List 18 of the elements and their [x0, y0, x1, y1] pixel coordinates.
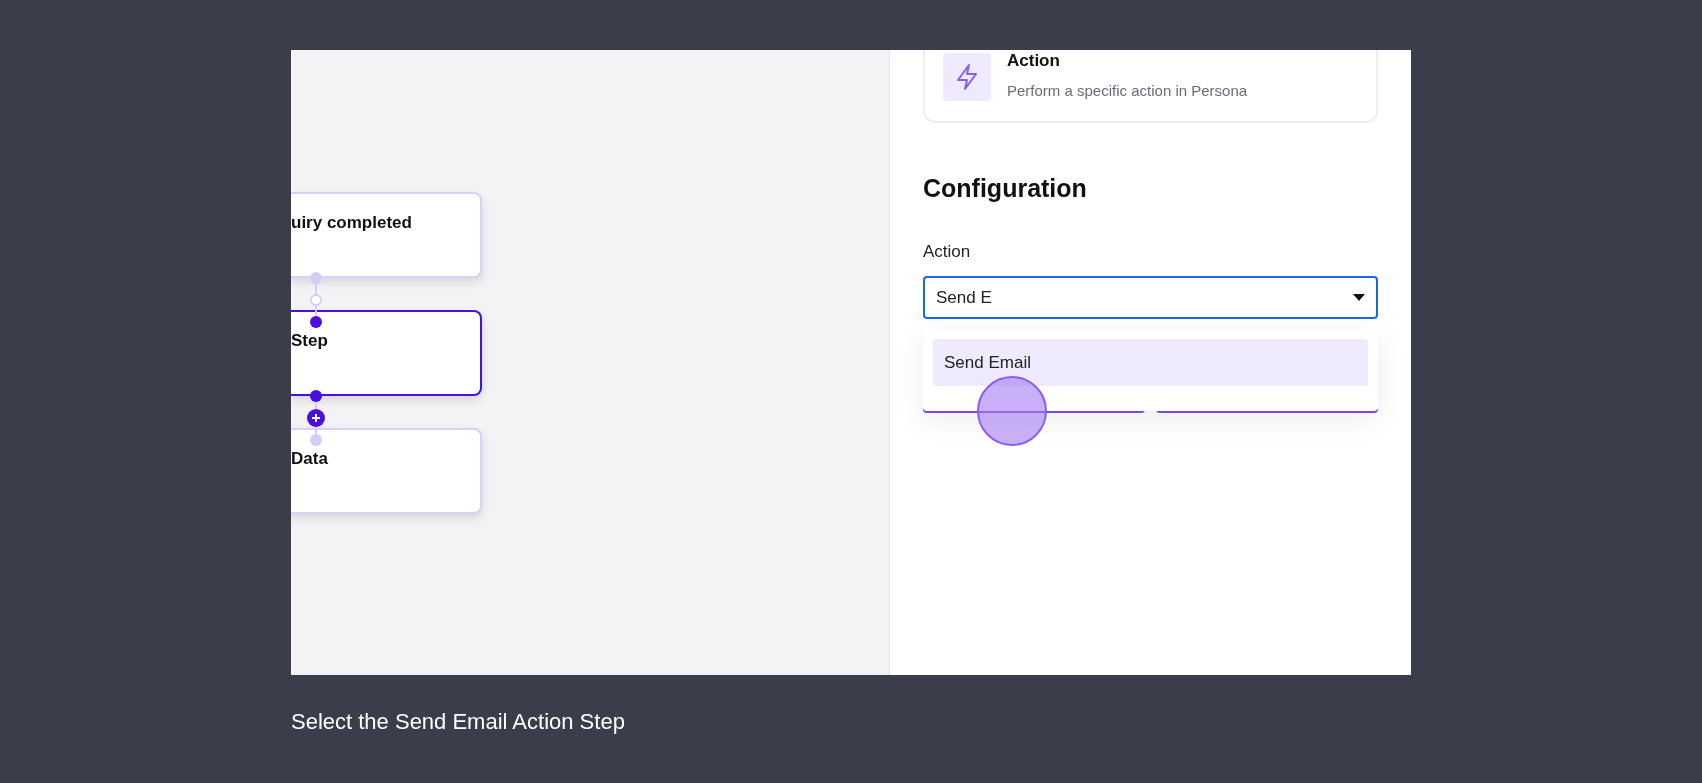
workflow-node[interactable]: uiry completed	[291, 192, 482, 278]
add-step-button[interactable]	[307, 409, 325, 427]
caret-icon	[1353, 294, 1365, 301]
node-title: Step	[291, 331, 328, 350]
action-select[interactable]: Send E	[923, 276, 1378, 319]
section-heading: Configuration	[923, 173, 1088, 204]
workflow-node[interactable]: Step	[291, 310, 482, 396]
lightning-icon	[943, 53, 991, 101]
dropdown-option[interactable]: Send Email	[933, 339, 1368, 386]
field-label: Action	[923, 240, 972, 263]
caption: Select the Send Email Action Step	[291, 708, 626, 736]
node-title: uiry completed	[291, 213, 412, 232]
step-type-description: Perform a specific action in Persona	[1007, 81, 1248, 101]
workflow-node[interactable]: Data	[291, 428, 482, 514]
connector-handle	[310, 294, 322, 306]
node-title: Data	[291, 449, 328, 468]
connector-line	[310, 272, 322, 328]
step-type-title: Action	[1007, 51, 1061, 71]
